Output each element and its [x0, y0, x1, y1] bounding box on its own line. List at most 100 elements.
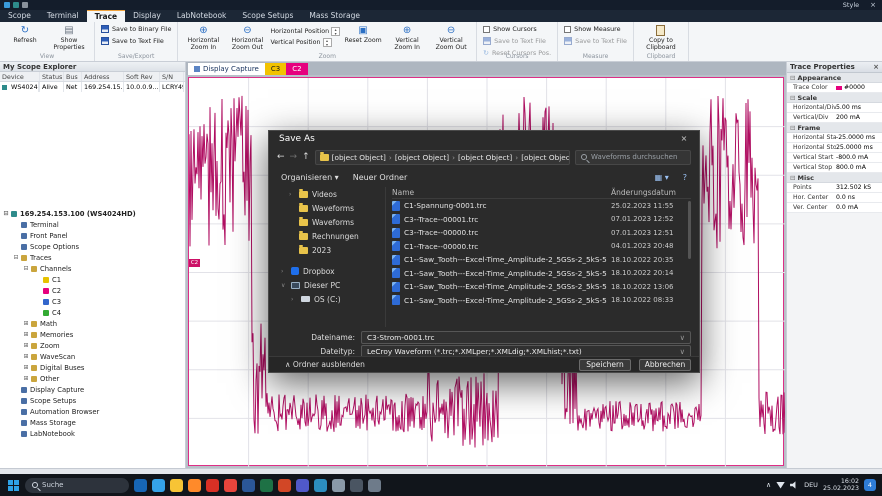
expander-icon[interactable]: ⊞ [22, 320, 30, 327]
up-icon[interactable]: ↑ [302, 152, 310, 162]
section-header[interactable]: Misc [787, 173, 882, 183]
forward-icon[interactable]: → [290, 152, 298, 162]
taskbar-app-icon[interactable] [314, 479, 327, 492]
tree-item[interactable]: Scope Options [0, 241, 185, 252]
checkbox-icon[interactable] [483, 26, 490, 33]
taskbar-app-icon[interactable] [170, 479, 183, 492]
save-text-button[interactable]: Save to Text File [99, 36, 173, 46]
hide-folders-button[interactable]: ∧ Ordner ausblenden [277, 360, 365, 369]
expander-icon[interactable]: ⊟ [22, 265, 30, 272]
taskbar-app-icon[interactable] [278, 479, 291, 492]
nav-folder-item[interactable]: Waveforms [277, 201, 383, 215]
tree-item[interactable]: ⊟ Channels [0, 263, 185, 274]
back-icon[interactable]: ← [277, 152, 285, 162]
ribbon-tab[interactable]: LabNotebook [169, 10, 235, 22]
nav-folder-item[interactable]: Rechnungen [277, 229, 383, 243]
column-name[interactable]: Name [392, 188, 611, 197]
tree-item[interactable]: Automation Browser [0, 406, 185, 417]
horizontal-zoom-in-button[interactable]: ⊕Horizontal Zoom In [182, 24, 224, 51]
view-options-icon[interactable]: ▦ ▾ [655, 173, 669, 182]
vertical-zoom-in-button[interactable]: ⊕Vertical Zoom In [386, 24, 428, 51]
copy-to-clipboard-button[interactable]: Copy to Clipboard [638, 24, 684, 51]
nav-folder-item[interactable]: Waveforms [277, 215, 383, 229]
nav-folder-item[interactable]: › Dropbox [277, 264, 383, 278]
tray-overflow-icon[interactable]: ∧ [766, 481, 771, 489]
tree-item[interactable]: Display Capture [0, 384, 185, 395]
cancel-button[interactable]: Abbrechen [639, 359, 691, 371]
refresh-button[interactable]: ↻Refresh [4, 24, 46, 44]
taskbar-app-icon[interactable] [206, 479, 219, 492]
tree-item[interactable]: ⊞ Math [0, 318, 185, 329]
wifi-icon[interactable] [776, 482, 785, 489]
taskbar-app-icon[interactable] [350, 479, 363, 492]
chevron-icon[interactable]: ∨ [281, 282, 287, 289]
taskbar-app-icon[interactable] [332, 479, 345, 492]
nav-folder-item[interactable]: › OS (C:) [277, 292, 383, 306]
tree-item[interactable]: ⊞ Digital Buses [0, 362, 185, 373]
nav-folder-item[interactable]: › Videos [277, 187, 383, 201]
spinner-icon[interactable]: ▴▾ [323, 38, 332, 47]
breadcrumb[interactable]: [object Object]›[object Object]›[object … [315, 150, 570, 165]
section-header[interactable]: Frame [787, 123, 882, 133]
file-row[interactable]: C1--Saw_Tooth---Excel-Time_Amplitude-2_5… [392, 253, 691, 267]
tree-item[interactable]: C2 [0, 285, 185, 296]
close-icon[interactable]: × [669, 131, 699, 147]
measure-save-text-button[interactable]: Save to Text File [562, 36, 629, 46]
vertical-zoom-out-button[interactable]: ⊖Vertical Zoom Out [430, 24, 472, 51]
show-properties-button[interactable]: ▤Show Properties [48, 24, 90, 51]
chevron-down-icon[interactable]: ∨ [676, 333, 685, 342]
taskbar-app-icon[interactable] [152, 479, 165, 492]
checkbox-icon[interactable] [564, 26, 571, 33]
tree-item[interactable]: ⊞ Other [0, 373, 185, 384]
show-cursors-checkbox[interactable]: Show Cursors [481, 24, 553, 34]
tab-c3[interactable]: C3 [265, 63, 286, 75]
breadcrumb-item[interactable]: [object Object]› [332, 153, 392, 162]
tree-item[interactable]: Mass Storage [0, 417, 185, 428]
horizontal-zoom-out-button[interactable]: ⊖Horizontal Zoom Out [226, 24, 268, 51]
volume-icon[interactable] [790, 481, 799, 489]
search-input[interactable]: Waveforms durchsuchen [575, 150, 691, 165]
column-date[interactable]: Änderungsdatum [611, 188, 691, 197]
spinner-icon[interactable]: ▴▾ [331, 27, 340, 36]
expander-icon[interactable]: ⊞ [22, 375, 30, 382]
expander-icon[interactable]: ⊟ [12, 254, 20, 261]
reset-zoom-button[interactable]: ▣Reset Zoom [342, 24, 384, 44]
chevron-icon[interactable]: › [291, 296, 297, 303]
nav-folder-item[interactable]: 2023 [277, 243, 383, 257]
tree-item[interactable]: ⊞ Memories [0, 329, 185, 340]
expander-icon[interactable]: ⊞ [22, 342, 30, 349]
tree-item[interactable]: C4 [0, 307, 185, 318]
tab-c2[interactable]: C2 [286, 63, 307, 75]
new-folder-button[interactable]: Neuer Ordner [353, 173, 408, 182]
taskbar-app-icon[interactable] [188, 479, 201, 492]
language-indicator[interactable]: DEU [804, 481, 818, 489]
quick-access-icon[interactable] [13, 2, 19, 8]
help-icon[interactable]: ? [683, 173, 687, 182]
taskbar-app-icon[interactable] [242, 479, 255, 492]
vertical-position-control[interactable]: Vertical Position▴▾ [270, 38, 340, 47]
taskbar-app-icon[interactable] [368, 479, 381, 492]
tree-item[interactable]: ⊟ Traces [0, 252, 185, 263]
file-row[interactable]: C1--Saw_Tooth---Excel-Time_Amplitude-2_5… [392, 267, 691, 281]
chevron-down-icon[interactable]: ∨ [676, 347, 685, 356]
section-header[interactable]: Scale [787, 93, 882, 103]
breadcrumb-item[interactable]: [object Object]› [521, 153, 570, 162]
file-row[interactable]: C1--Saw_Tooth---Excel-Time_Amplitude-2_5… [392, 294, 691, 308]
ribbon-tab[interactable]: Scope [0, 10, 39, 22]
start-button[interactable] [8, 480, 13, 485]
expander-icon[interactable]: ⊟ [2, 210, 10, 217]
filename-input[interactable]: C3-Strom-0001.trc∨ [361, 331, 691, 344]
breadcrumb-item[interactable]: [object Object]› [458, 153, 518, 162]
tree-item[interactable]: Scope Setups [0, 395, 185, 406]
tree-item[interactable]: LabNotebook [0, 428, 185, 439]
channel-marker[interactable]: C2 [189, 259, 200, 267]
scrollbar[interactable] [688, 201, 691, 259]
close-icon[interactable]: × [870, 1, 876, 9]
ribbon-tab[interactable]: Display [125, 10, 169, 22]
file-row[interactable]: C3--Trace--00000.trc 07.01.2023 12:51 [392, 226, 691, 240]
tree-item[interactable]: ⊞ WaveScan [0, 351, 185, 362]
expander-icon[interactable]: ⊞ [22, 331, 30, 338]
file-row[interactable]: C1--Saw_Tooth---Excel-Time_Amplitude-2_5… [392, 280, 691, 294]
chevron-icon[interactable]: › [289, 191, 295, 198]
taskbar-clock[interactable]: 16:02 25.02.2023 [823, 478, 859, 492]
